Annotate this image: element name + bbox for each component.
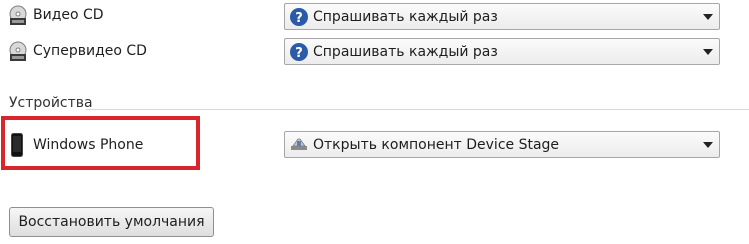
svcd-icon [9,41,27,61]
section-divider [86,109,749,110]
chevron-down-icon[interactable] [697,4,719,29]
video-cd-action-value: Спрашивать каждый раз [313,8,498,25]
question-icon: ? [290,42,308,61]
windows-phone-action-select[interactable]: Открыть компонент Device Stage [284,131,720,158]
svg-text:?: ? [295,11,303,26]
svcd-label: Супервидео CD [33,43,147,59]
video-cd-action-select[interactable]: ? Спрашивать каждый раз [284,3,720,30]
device-stage-icon [291,138,307,150]
chevron-down-icon[interactable] [697,132,719,157]
devices-section-title: Устройства [9,95,93,111]
video-cd-icon [9,5,27,25]
svg-text:?: ? [295,46,303,61]
video-cd-label: Видео CD [33,7,104,23]
svcd-action-select[interactable]: ? Спрашивать каждый раз [284,38,720,65]
highlight-box [1,116,200,170]
question-icon: ? [290,7,308,26]
restore-defaults-button[interactable]: Восстановить умолчания [9,207,214,237]
chevron-down-icon[interactable] [697,39,719,64]
svcd-action-value: Спрашивать каждый раз [313,43,498,60]
windows-phone-action-value: Открыть компонент Device Stage [313,136,560,153]
